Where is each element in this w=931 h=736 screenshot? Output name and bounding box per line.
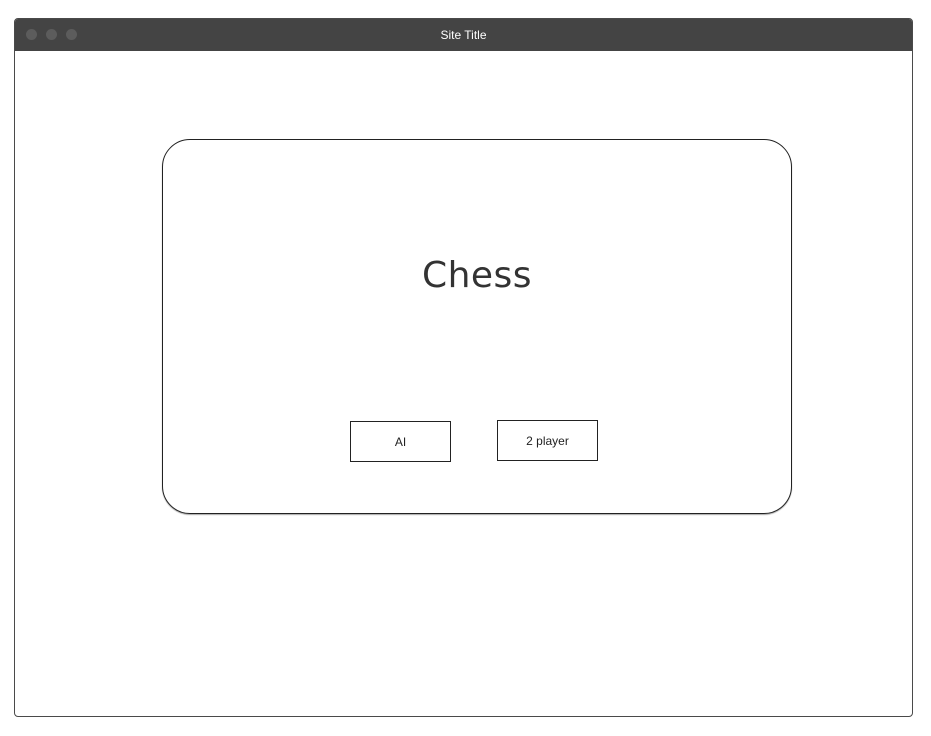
ai-mode-button[interactable]: AI (350, 421, 451, 462)
title-bar: Site Title (15, 19, 912, 51)
browser-window: Site Title Chess AI 2 player (14, 18, 913, 717)
game-title: Chess (421, 255, 533, 296)
window-title: Site Title (440, 28, 487, 42)
game-menu-card: Chess AI 2 player (162, 139, 792, 514)
two-player-mode-button[interactable]: 2 player (497, 420, 598, 461)
